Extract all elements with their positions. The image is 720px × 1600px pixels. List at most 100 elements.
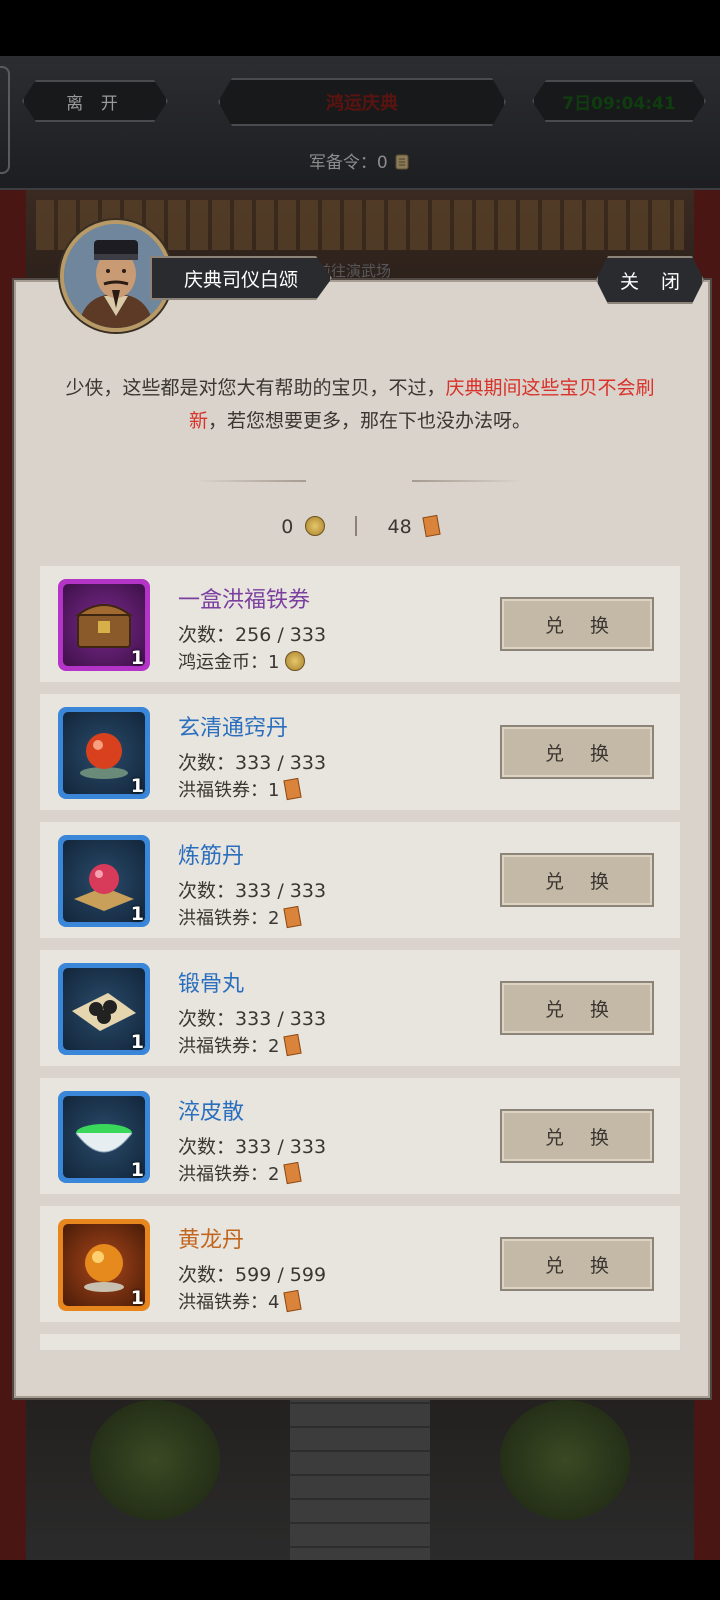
military-token-label: 军备令： [308, 153, 377, 173]
item-name: 淬皮散 [178, 1100, 245, 1125]
count-label: 次数： [178, 1008, 236, 1030]
count-label: 次数： [178, 880, 236, 902]
event-timer: 7日09:04:41 [532, 80, 706, 122]
iron-ticket-icon [283, 1033, 303, 1057]
cost-value: 2 [268, 1036, 280, 1057]
count-label: 次数： [178, 1264, 236, 1286]
item-icon-frame[interactable]: 1 [58, 963, 150, 1055]
currency-separator [355, 516, 358, 536]
cost-label: 洪福铁券： [178, 1292, 268, 1313]
exchange-list[interactable]: 1 一盒洪福铁券 次数：256 / 333 鸿运金币：1 兑 换 1 玄清通窍丹 次数：333… [40, 566, 680, 1350]
item-icon-frame[interactable]: 1 [58, 835, 150, 927]
cost-label: 洪福铁券： [178, 908, 268, 929]
exchange-item-row: 1 锻骨丸 次数：333 / 333 洪福铁券：2 兑 换 [40, 950, 680, 1066]
scroll-token-icon [395, 154, 409, 170]
item-quantity: 1 [130, 1159, 144, 1181]
count-value: 333 / 333 [235, 752, 327, 774]
cost-label: 洪福铁券： [178, 1164, 268, 1185]
cost-value: 4 [268, 1292, 280, 1313]
top-bar: 离 开 鸿运庆典 7日09:04:41 军备令：0 [0, 56, 720, 190]
dialog-text: ，若您想要更多，那在下也没办法呀。 [208, 410, 532, 432]
item-quantity: 1 [130, 647, 144, 669]
item-cost: 洪福铁券：4 [178, 1288, 303, 1314]
exchange-button[interactable]: 兑 换 [500, 853, 654, 907]
bottom-strip [0, 1560, 720, 1600]
exchange-button[interactable]: 兑 换 [500, 597, 654, 651]
dialog-text: 少侠，这些都是对您大有帮助的宝贝，不过， [65, 377, 446, 399]
item-exchange-count: 次数：333 / 333 [178, 876, 326, 903]
npc-dialog: 少侠，这些都是对您大有帮助的宝贝，不过，庆典期间这些宝贝不会刷新，若您想要更多，… [48, 372, 672, 438]
ticket-balance: 48 [387, 516, 412, 538]
cost-value: 1 [268, 652, 280, 673]
divider-ornament [196, 480, 306, 482]
cost-label: 洪福铁券： [178, 1036, 268, 1057]
item-name: 炼筋丹 [178, 844, 245, 869]
exchange-item-row [40, 1334, 680, 1350]
npc-name-plate: 庆典司仪白颂 [150, 256, 332, 300]
item-icon-frame[interactable]: 1 [58, 1091, 150, 1183]
item-exchange-count: 次数：599 / 599 [178, 1260, 326, 1287]
exchange-item-row: 1 黄龙丹 次数：599 / 599 洪福铁券：4 兑 换 [40, 1206, 680, 1322]
coin-balance: 0 [281, 516, 294, 538]
leave-button[interactable]: 离 开 [22, 80, 168, 122]
exchange-button[interactable]: 兑 换 [500, 981, 654, 1035]
cost-label: 鸿运金币： [178, 652, 268, 673]
count-label: 次数： [178, 1136, 236, 1158]
item-icon-frame[interactable]: 1 [58, 707, 150, 799]
item-name: 黄龙丹 [178, 1228, 245, 1253]
cost-value: 2 [268, 908, 280, 929]
military-token-counter: 军备令：0 [0, 148, 720, 173]
item-cost: 洪福铁券：2 [178, 904, 303, 930]
exchange-button[interactable]: 兑 换 [500, 725, 654, 779]
item-exchange-count: 次数：256 / 333 [178, 620, 326, 647]
iron-ticket-icon [422, 514, 441, 538]
item-exchange-count: 次数：333 / 333 [178, 1132, 326, 1159]
exchange-item-row: 1 玄清通窍丹 次数：333 / 333 洪福铁券：1 兑 换 [40, 694, 680, 810]
count-label: 次数： [178, 624, 236, 646]
iron-ticket-icon [283, 777, 303, 801]
count-label: 次数： [178, 752, 236, 774]
item-exchange-count: 次数：333 / 333 [178, 1004, 326, 1031]
exchange-button[interactable]: 兑 换 [500, 1237, 654, 1291]
item-name: 玄清通窍丹 [178, 716, 289, 741]
status-strip [0, 0, 720, 56]
courtyard-tree [500, 1400, 630, 1520]
iron-ticket-icon [283, 1161, 303, 1185]
count-value: 333 / 333 [235, 1136, 327, 1158]
exchange-item-row: 1 炼筋丹 次数：333 / 333 洪福铁券：2 兑 换 [40, 822, 680, 938]
gold-coin-icon [305, 516, 326, 536]
courtyard-tree [90, 1400, 220, 1520]
count-value: 333 / 333 [235, 880, 327, 902]
item-name: 一盒洪福铁券 [178, 588, 311, 613]
event-title: 鸿运庆典 [218, 78, 506, 126]
iron-ticket-icon [283, 905, 303, 929]
item-exchange-count: 次数：333 / 333 [178, 748, 326, 775]
item-quantity: 1 [130, 775, 144, 797]
gold-coin-icon [285, 651, 306, 671]
close-button[interactable]: 关 闭 [596, 256, 704, 304]
count-value: 599 / 599 [235, 1264, 327, 1286]
exchange-item-row: 1 淬皮散 次数：333 / 333 洪福铁券：2 兑 换 [40, 1078, 680, 1194]
item-cost: 洪福铁券：2 [178, 1160, 303, 1186]
count-value: 256 / 333 [235, 624, 327, 646]
item-cost: 洪福铁券：2 [178, 1032, 303, 1058]
cost-value: 1 [268, 780, 280, 801]
item-cost: 洪福铁券：1 [178, 776, 303, 802]
iron-ticket-icon [283, 1289, 303, 1313]
military-token-value: 0 [376, 153, 388, 173]
currency-bar: 0 48 [0, 514, 720, 538]
exchange-item-row: 1 一盒洪福铁券 次数：256 / 333 鸿运金币：1 兑 换 [40, 566, 680, 682]
exchange-button[interactable]: 兑 换 [500, 1109, 654, 1163]
item-quantity: 1 [130, 1287, 144, 1309]
cost-label: 洪福铁券： [178, 780, 268, 801]
item-cost: 鸿运金币：1 [178, 648, 306, 674]
divider-ornament [412, 480, 522, 482]
item-quantity: 1 [130, 903, 144, 925]
item-quantity: 1 [130, 1031, 144, 1053]
item-icon-frame[interactable]: 1 [58, 1219, 150, 1311]
cost-value: 2 [268, 1164, 280, 1185]
stone-path [290, 1380, 430, 1560]
item-icon-frame[interactable]: 1 [58, 579, 150, 671]
count-value: 333 / 333 [235, 1008, 327, 1030]
item-name: 锻骨丸 [178, 972, 245, 997]
